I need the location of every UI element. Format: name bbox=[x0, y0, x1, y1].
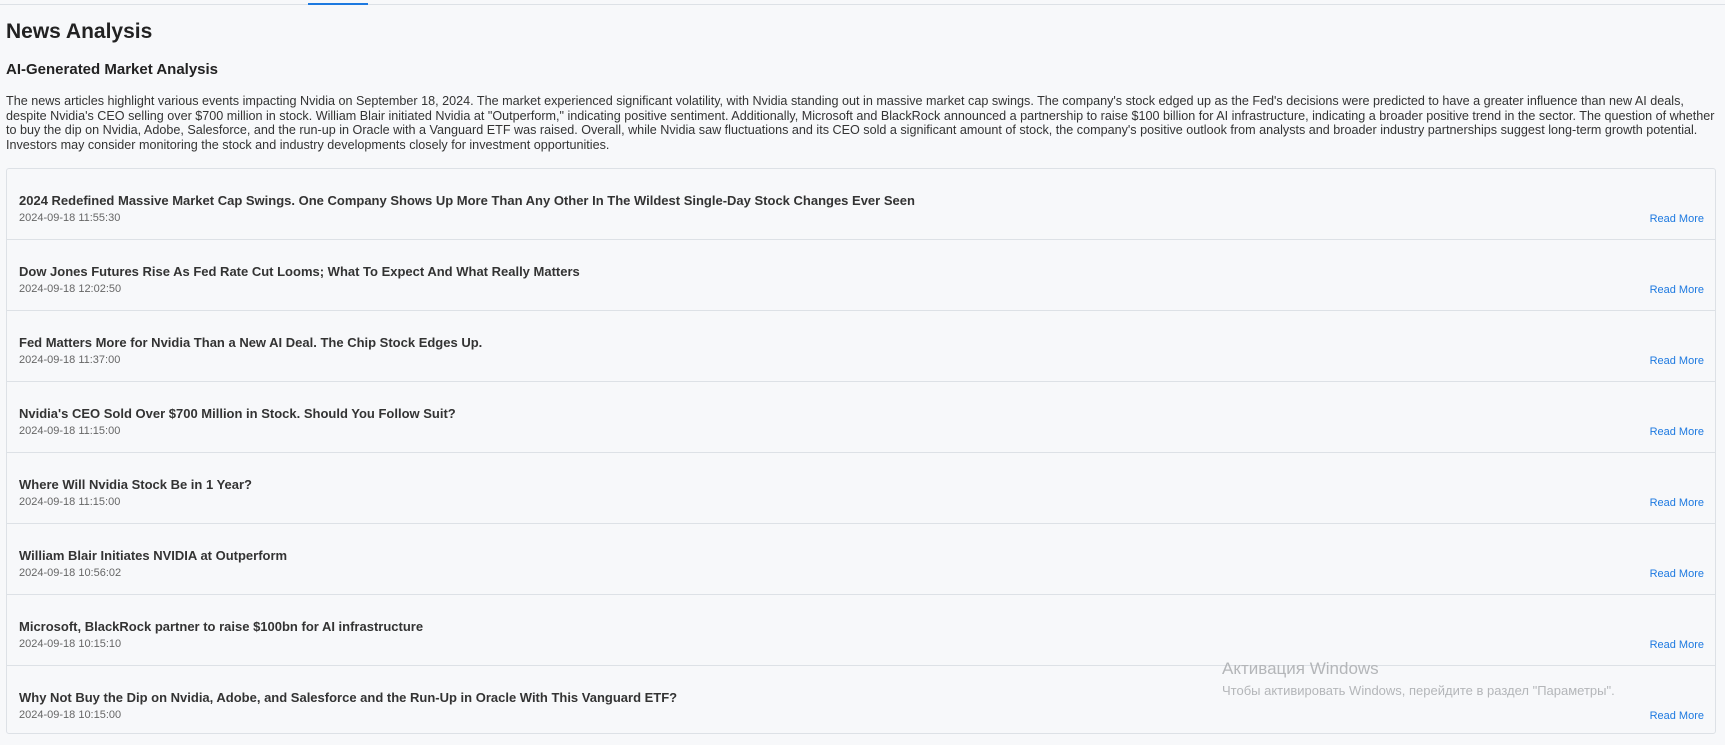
news-headline: Where Will Nvidia Stock Be in 1 Year? bbox=[19, 477, 252, 492]
read-more-link[interactable]: Read More bbox=[1650, 426, 1704, 438]
news-headline: William Blair Initiates NVIDIA at Outper… bbox=[19, 548, 288, 563]
news-timestamp: 2024-09-18 12:02:50 bbox=[19, 283, 122, 295]
news-item: Fed Matters More for Nvidia Than a New A… bbox=[7, 311, 1715, 382]
read-more-link[interactable]: Read More bbox=[1650, 710, 1704, 722]
read-more-link[interactable]: Read More bbox=[1650, 213, 1704, 225]
read-more-link[interactable]: Read More bbox=[1650, 497, 1704, 509]
read-more-link[interactable]: Read More bbox=[1650, 639, 1704, 651]
news-headline: Dow Jones Futures Rise As Fed Rate Cut L… bbox=[19, 264, 580, 279]
news-timestamp: 2024-09-18 10:56:02 bbox=[19, 567, 122, 579]
news-timestamp: 2024-09-18 11:15:00 bbox=[19, 425, 121, 437]
tab-bar-strip bbox=[0, 0, 1725, 5]
news-timestamp: 2024-09-18 10:15:00 bbox=[19, 709, 122, 721]
news-timestamp: 2024-09-18 11:37:00 bbox=[19, 354, 121, 366]
news-item: William Blair Initiates NVIDIA at Outper… bbox=[7, 524, 1715, 595]
active-tab-indicator bbox=[308, 3, 368, 5]
news-list: 2024 Redefined Massive Market Cap Swings… bbox=[6, 168, 1716, 734]
read-more-link[interactable]: Read More bbox=[1650, 355, 1704, 367]
news-timestamp: 2024-09-18 11:15:00 bbox=[19, 496, 121, 508]
news-headline: Fed Matters More for Nvidia Than a New A… bbox=[19, 335, 483, 350]
read-more-link[interactable]: Read More bbox=[1650, 284, 1704, 296]
news-headline: Nvidia's CEO Sold Over $700 Million in S… bbox=[19, 406, 456, 421]
news-item: Why Not Buy the Dip on Nvidia, Adobe, an… bbox=[7, 666, 1715, 737]
news-headline: 2024 Redefined Massive Market Cap Swings… bbox=[19, 193, 915, 208]
news-item: Nvidia's CEO Sold Over $700 Million in S… bbox=[7, 382, 1715, 453]
read-more-link[interactable]: Read More bbox=[1650, 568, 1704, 580]
news-headline: Microsoft, BlackRock partner to raise $1… bbox=[19, 619, 424, 634]
page-title: News Analysis bbox=[6, 20, 153, 43]
news-item: 2024 Redefined Massive Market Cap Swings… bbox=[7, 169, 1715, 240]
news-timestamp: 2024-09-18 10:15:10 bbox=[19, 638, 122, 650]
news-item: Where Will Nvidia Stock Be in 1 Year? 20… bbox=[7, 453, 1715, 524]
analysis-text: The news articles highlight various even… bbox=[6, 94, 1715, 152]
news-headline: Why Not Buy the Dip on Nvidia, Adobe, an… bbox=[19, 690, 678, 705]
news-item: Dow Jones Futures Rise As Fed Rate Cut L… bbox=[7, 240, 1715, 311]
news-timestamp: 2024-09-18 11:55:30 bbox=[19, 212, 121, 224]
news-item: Microsoft, BlackRock partner to raise $1… bbox=[7, 595, 1715, 666]
section-title: AI-Generated Market Analysis bbox=[6, 61, 219, 78]
